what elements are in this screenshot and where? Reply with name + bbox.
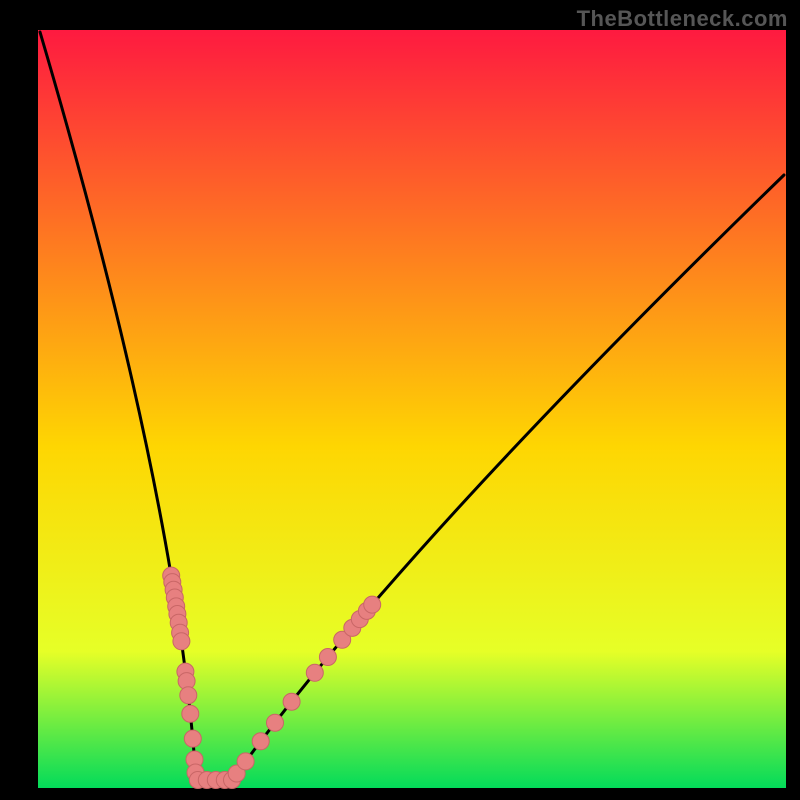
scatter-dot (184, 730, 201, 747)
scatter-dot (306, 664, 323, 681)
chart-frame: { "watermark": "TheBottleneck.com", "col… (0, 0, 800, 800)
bottleneck-chart (0, 0, 800, 800)
scatter-dot (182, 705, 199, 722)
scatter-dot (319, 649, 336, 666)
gradient-background (38, 30, 786, 788)
scatter-dot (252, 733, 269, 750)
scatter-dot (180, 687, 197, 704)
scatter-dot (173, 633, 190, 650)
scatter-dot (267, 714, 284, 731)
scatter-dot (237, 753, 254, 770)
scatter-dot (283, 693, 300, 710)
scatter-dot (364, 596, 381, 613)
watermark-text: TheBottleneck.com (577, 6, 788, 32)
